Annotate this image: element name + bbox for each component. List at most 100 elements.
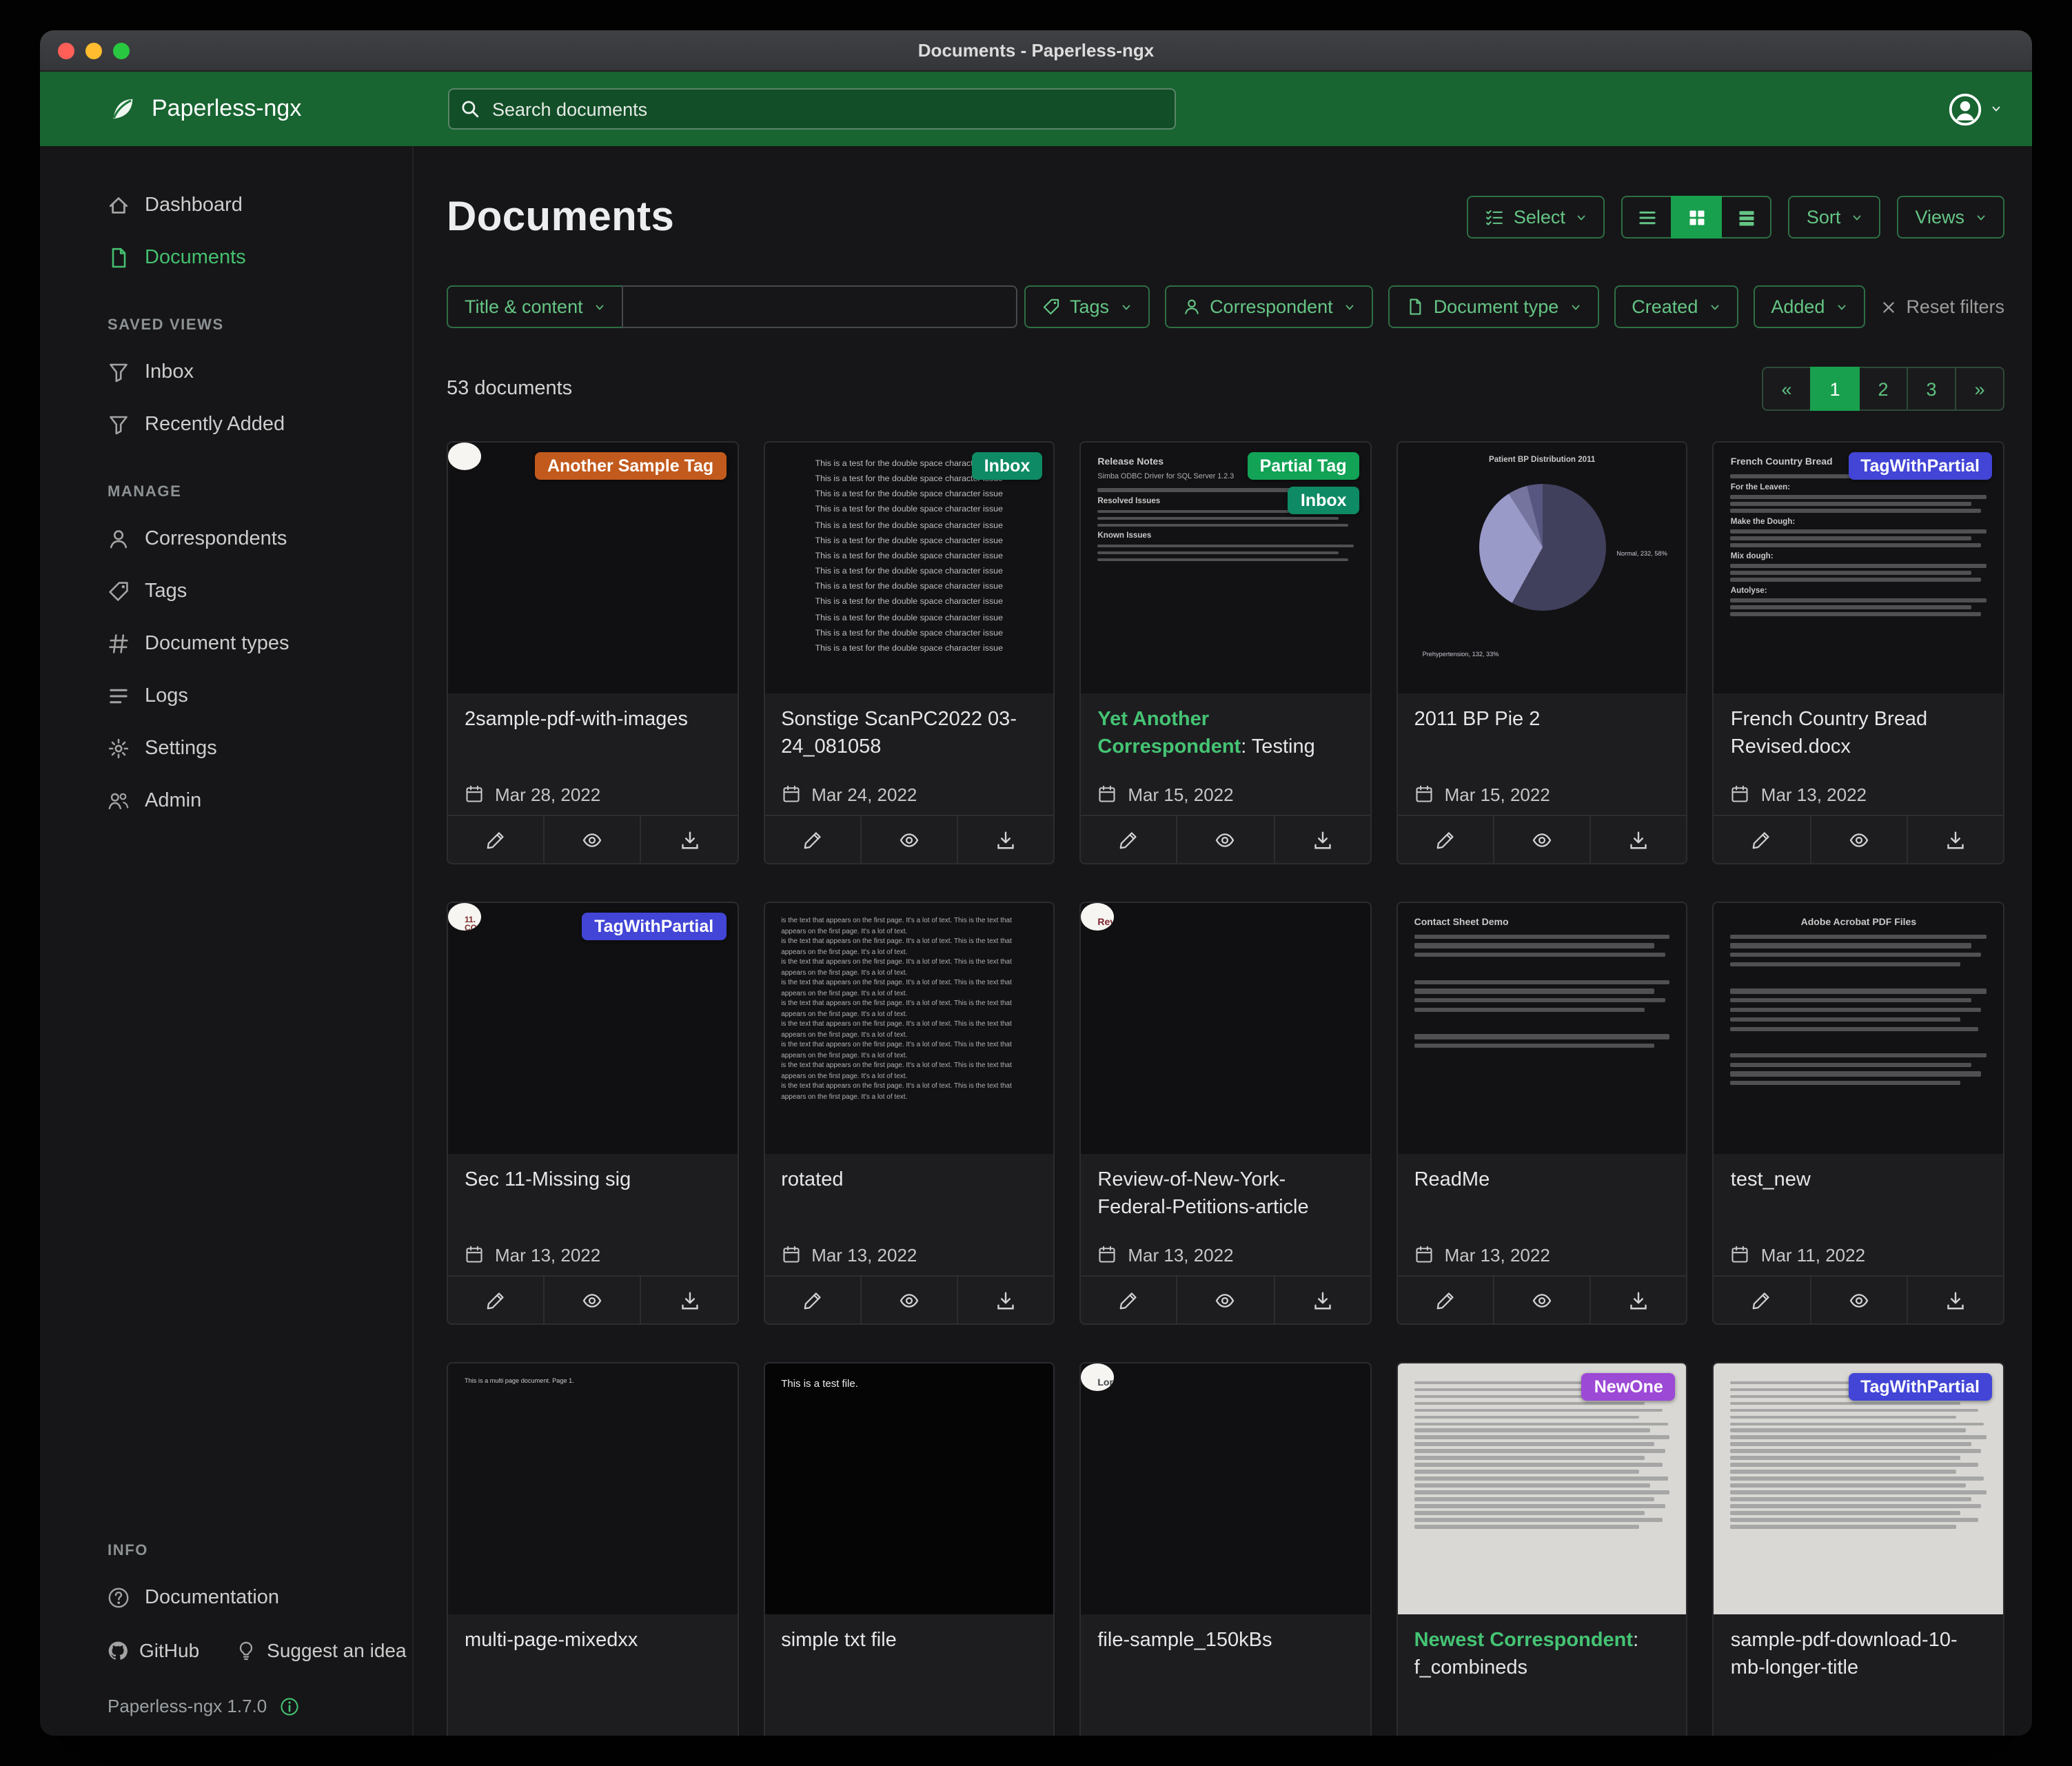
download-document-button[interactable] (1589, 1277, 1686, 1323)
view-document-button[interactable] (1809, 816, 1906, 863)
view-document-button[interactable] (860, 816, 957, 863)
view-document-button[interactable] (860, 1277, 957, 1323)
document-card[interactable]: Another Sample Tag 2sample-pdf-with-image… (447, 441, 738, 864)
created-filter-button[interactable]: Created (1614, 285, 1738, 328)
title-content-filter-input[interactable] (622, 285, 1017, 328)
view-document-button[interactable] (1493, 816, 1589, 863)
document-type-filter-button[interactable]: Document type (1388, 285, 1599, 328)
document-thumbnail[interactable]: Another Sample Tag (448, 443, 737, 693)
edit-document-button[interactable] (764, 1277, 860, 1323)
title-content-filter-button[interactable]: Title & content (447, 285, 623, 328)
brand[interactable]: Paperless-ngx (40, 94, 414, 124)
document-thumbnail[interactable]: 11. CONTINUING MEDICAL EDUCATagWithParti… (448, 903, 737, 1154)
edit-document-button[interactable] (1714, 816, 1809, 863)
document-thumbnail[interactable]: Adobe Acrobat PDF Files (1714, 903, 2003, 1154)
document-thumbnail[interactable]: Release NotesSimba ODBC Driver for SQL S… (1081, 443, 1370, 693)
document-thumbnail[interactable]: TagWithPartial (1714, 1363, 2003, 1614)
reset-filters-button[interactable]: Reset filters (1880, 296, 2004, 317)
sidebar-item-documents[interactable]: Documents (40, 232, 412, 284)
sidebar-item-correspondents[interactable]: Correspondents (40, 513, 412, 565)
document-card[interactable]: 11. CONTINUING MEDICAL EDUCATagWithParti… (447, 902, 738, 1325)
document-card[interactable]: TagWithPartial sample-pdf-download-10-mb-… (1713, 1362, 2004, 1736)
search-input[interactable] (448, 88, 1176, 130)
document-title[interactable]: rotated (781, 1168, 1037, 1195)
download-document-button[interactable] (640, 1277, 737, 1323)
tags-filter-button[interactable]: Tags (1024, 285, 1149, 328)
zoom-button[interactable] (113, 42, 130, 59)
tag-badge[interactable]: TagWithPartial (582, 913, 726, 940)
sidebar-item-recently-added[interactable]: Recently Added (40, 398, 412, 451)
document-title[interactable]: file-sample_150kBs (1097, 1628, 1353, 1655)
view-document-button[interactable] (1177, 1277, 1273, 1323)
document-card[interactable]: is the text that appears on the first pa… (763, 902, 1055, 1325)
download-document-button[interactable] (1273, 816, 1370, 863)
sidebar-item-settings[interactable]: Settings (40, 722, 412, 775)
document-card[interactable]: This is a test file. simple txt file (763, 1362, 1055, 1736)
download-document-button[interactable] (1273, 1277, 1370, 1323)
document-title[interactable]: 2sample-pdf-with-images (465, 707, 720, 734)
sidebar-item-dashboard[interactable]: Dashboard (40, 179, 412, 232)
edit-document-button[interactable] (1081, 1277, 1176, 1323)
document-title[interactable]: Review-of-New-York-Federal-Petitions-art… (1097, 1168, 1353, 1221)
document-card[interactable]: Patient BP Distribution 2011Normal, 232,… (1396, 441, 1688, 864)
pagination-page-1[interactable]: 1 (1810, 367, 1860, 411)
document-title[interactable]: Sec 11-Missing sig (465, 1168, 720, 1195)
document-thumbnail[interactable]: French Country BreadFor the Leaven:Make … (1714, 443, 2003, 693)
document-card[interactable]: Review of New York Federal Petitions for… (1079, 902, 1371, 1325)
download-document-button[interactable] (1907, 816, 2003, 863)
document-card[interactable]: Lorem ipsumLorem ipsum dolor sit amet, c… (1079, 1362, 1371, 1736)
document-thumbnail[interactable]: This is a test for the double space char… (764, 443, 1053, 693)
sort-button[interactable]: Sort (1789, 196, 1881, 238)
document-thumbnail[interactable]: is the text that appears on the first pa… (764, 903, 1053, 1154)
tag-badge[interactable]: Another Sample Tag (535, 452, 726, 480)
sidebar-item-tags[interactable]: Tags (40, 565, 412, 618)
document-title[interactable]: Yet Another Correspondent: Testing Email (1097, 707, 1353, 764)
sidebar-item-admin[interactable]: Admin (40, 775, 412, 827)
document-card[interactable]: Release NotesSimba ODBC Driver for SQL S… (1079, 441, 1371, 864)
document-title[interactable]: French Country Bread Revised.docx (1731, 707, 1987, 761)
view-document-button[interactable] (543, 1277, 640, 1323)
tag-badge[interactable]: Inbox (1288, 487, 1359, 514)
document-thumbnail[interactable]: Contact Sheet Demo (1398, 903, 1687, 1154)
sidebar-item-documentation[interactable]: Documentation (40, 1572, 412, 1624)
document-title[interactable]: test_new (1731, 1168, 1987, 1195)
document-title[interactable]: sample-pdf-download-10-mb-longer-title (1731, 1628, 1987, 1682)
view-document-button[interactable] (1493, 1277, 1589, 1323)
edit-document-button[interactable] (1081, 816, 1176, 863)
pagination-prev-button[interactable]: « (1762, 367, 1811, 411)
document-title[interactable]: Newest Correspondent: f_combineds (1414, 1628, 1670, 1682)
document-card[interactable]: Adobe Acrobat PDF Filestest_newMar 11, 2… (1713, 902, 2004, 1325)
document-thumbnail[interactable]: Patient BP Distribution 2011Normal, 232,… (1398, 443, 1687, 693)
tag-badge[interactable]: TagWithPartial (1848, 452, 1992, 480)
pagination-page-3[interactable]: 3 (1907, 367, 1956, 411)
tag-badge[interactable]: TagWithPartial (1848, 1373, 1992, 1401)
document-card[interactable]: NewOne Newest Correspondent: f_combineds (1396, 1362, 1688, 1736)
download-document-button[interactable] (1589, 816, 1686, 863)
views-button[interactable]: Views (1897, 196, 2004, 238)
document-thumbnail[interactable]: NewOne (1398, 1363, 1687, 1614)
correspondent-filter-button[interactable]: Correspondent (1164, 285, 1373, 328)
minimize-button[interactable] (85, 42, 102, 59)
document-correspondent[interactable]: Yet Another Correspondent (1097, 709, 1241, 758)
document-title[interactable]: ReadMe (1414, 1168, 1670, 1195)
list-view-button[interactable] (1622, 196, 1673, 238)
document-title[interactable]: simple txt file (781, 1628, 1037, 1655)
document-thumbnail[interactable]: This is a test file. (764, 1363, 1053, 1614)
sidebar-item-document-types[interactable]: Document types (40, 618, 412, 670)
tag-badge[interactable]: Partial Tag (1248, 452, 1359, 480)
select-button[interactable]: Select (1467, 196, 1605, 238)
tag-badge[interactable]: Inbox (972, 452, 1043, 480)
grid-view-button[interactable] (1672, 196, 1723, 238)
edit-document-button[interactable] (448, 1277, 543, 1323)
document-card[interactable]: This is a multi page document. Page 1.mu… (447, 1362, 738, 1736)
view-document-button[interactable] (1809, 1277, 1906, 1323)
detail-view-button[interactable] (1721, 196, 1772, 238)
added-filter-button[interactable]: Added (1753, 285, 1865, 328)
sidebar-item-suggest-an-idea[interactable]: Suggest an idea (235, 1639, 406, 1661)
document-title[interactable]: Sonstige ScanPC2022 03-24_081058 (781, 707, 1037, 761)
pagination-next-button[interactable]: » (1955, 367, 2004, 411)
document-card[interactable]: Contact Sheet DemoReadMeMar 13, 2022 (1396, 902, 1688, 1325)
edit-document-button[interactable] (448, 816, 543, 863)
close-button[interactable] (58, 42, 74, 59)
edit-document-button[interactable] (764, 816, 860, 863)
